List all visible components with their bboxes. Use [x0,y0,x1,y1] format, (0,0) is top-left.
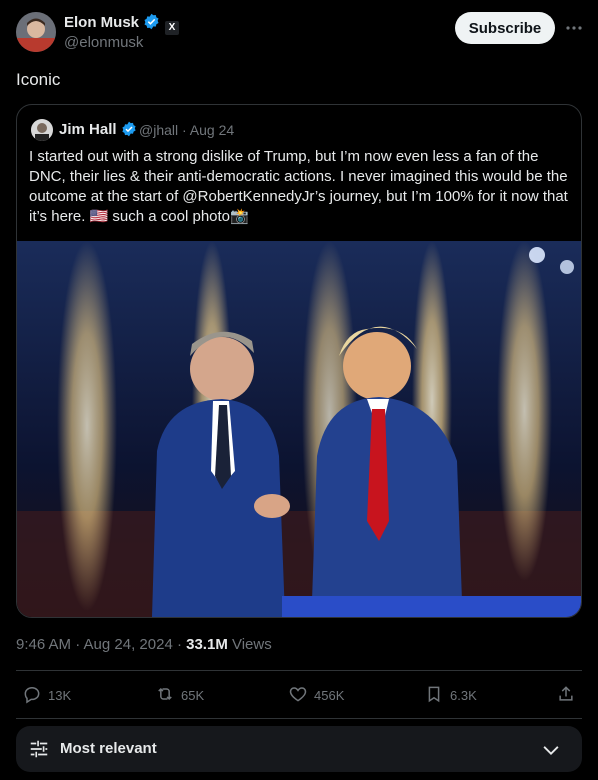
divider [16,670,582,671]
reply-button[interactable]: 13K [22,685,71,705]
bookmark-count: 6.3K [450,687,477,703]
share-button[interactable] [556,685,576,705]
quote-author-meta[interactable]: @jhall · Aug 24 [139,122,234,138]
x-affiliation-icon: X [165,21,180,35]
quote-author-name[interactable]: Jim Hall [59,121,137,141]
repost-icon [155,684,175,707]
quote-author-name-text[interactable]: Jim Hall [59,121,117,138]
quoted-tweet[interactable]: Jim Hall @jhall · Aug 24 I started out w… [16,104,582,618]
tweet-timestamp: 9:46 AM · Aug 24, 2024 · 33.1M Views [16,636,272,653]
tweet-time-date[interactable]: 9:46 AM · Aug 24, 2024 · [16,636,186,653]
views-label: Views [227,636,272,653]
bookmark-icon [424,684,444,707]
repost-count: 65K [181,687,205,703]
divider [16,718,582,719]
more-options-icon[interactable] [564,18,584,38]
quote-author-avatar[interactable] [31,119,53,141]
author-name-text[interactable]: Elon Musk [64,14,139,31]
author-avatar[interactable] [16,12,56,52]
heart-icon [288,684,308,707]
author-name[interactable]: Elon Musk X [64,13,180,35]
sort-replies-selector[interactable]: Most relevant [16,726,582,772]
views-count: 33.1M [186,636,228,653]
bookmark-button[interactable]: 6.3K [424,685,477,705]
sort-label: Most relevant [60,740,157,757]
subscribe-button[interactable]: Subscribe [455,12,555,44]
repost-button[interactable]: 65K [155,685,204,705]
reply-count: 13K [48,687,72,703]
like-count: 456K [314,687,345,703]
verified-icon [143,13,160,34]
reply-icon [22,684,42,707]
chevron-down-icon [540,739,562,766]
quote-photo[interactable] [17,241,581,617]
like-button[interactable]: 456K [288,685,344,705]
verified-icon [121,121,137,141]
quote-text: I started out with a strong dislike of T… [29,148,568,225]
sliders-icon [28,738,50,765]
author-handle[interactable]: @elonmusk [64,34,143,51]
tweet-text: Iconic [16,70,61,89]
share-icon [556,684,576,707]
